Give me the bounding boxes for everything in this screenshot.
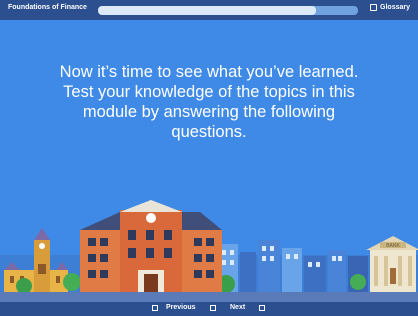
next-label: Next — [230, 304, 246, 311]
previous-button[interactable]: Previous — [152, 304, 216, 311]
glossary-button[interactable]: Glossary — [370, 4, 410, 11]
city-illustration: BANK — [0, 200, 418, 302]
school-building — [80, 200, 222, 292]
sidewalk — [0, 292, 418, 302]
previous-label: Previous — [166, 304, 196, 311]
separator-icon — [209, 304, 216, 311]
progress-bar — [98, 6, 358, 15]
bank-sign: BANK — [386, 243, 400, 249]
bank-building: BANK — [366, 236, 418, 292]
course-player: Foundations of Finance Glossary Now it’s… — [0, 0, 418, 316]
next-button[interactable]: Next — [230, 304, 266, 311]
book-icon — [370, 4, 378, 11]
top-bar: Foundations of Finance Glossary — [0, 0, 418, 20]
slide-stage: Now it’s time to see what you’ve learned… — [0, 20, 418, 302]
glossary-label: Glossary — [380, 4, 410, 11]
back-icon — [152, 304, 158, 311]
bottom-nav-bar: Previous Next — [0, 302, 418, 316]
progress-fill — [98, 6, 317, 15]
course-title: Foundations of Finance — [8, 4, 87, 11]
forward-icon — [259, 304, 266, 311]
intro-message: Now it’s time to see what you’ve learned… — [59, 63, 359, 141]
